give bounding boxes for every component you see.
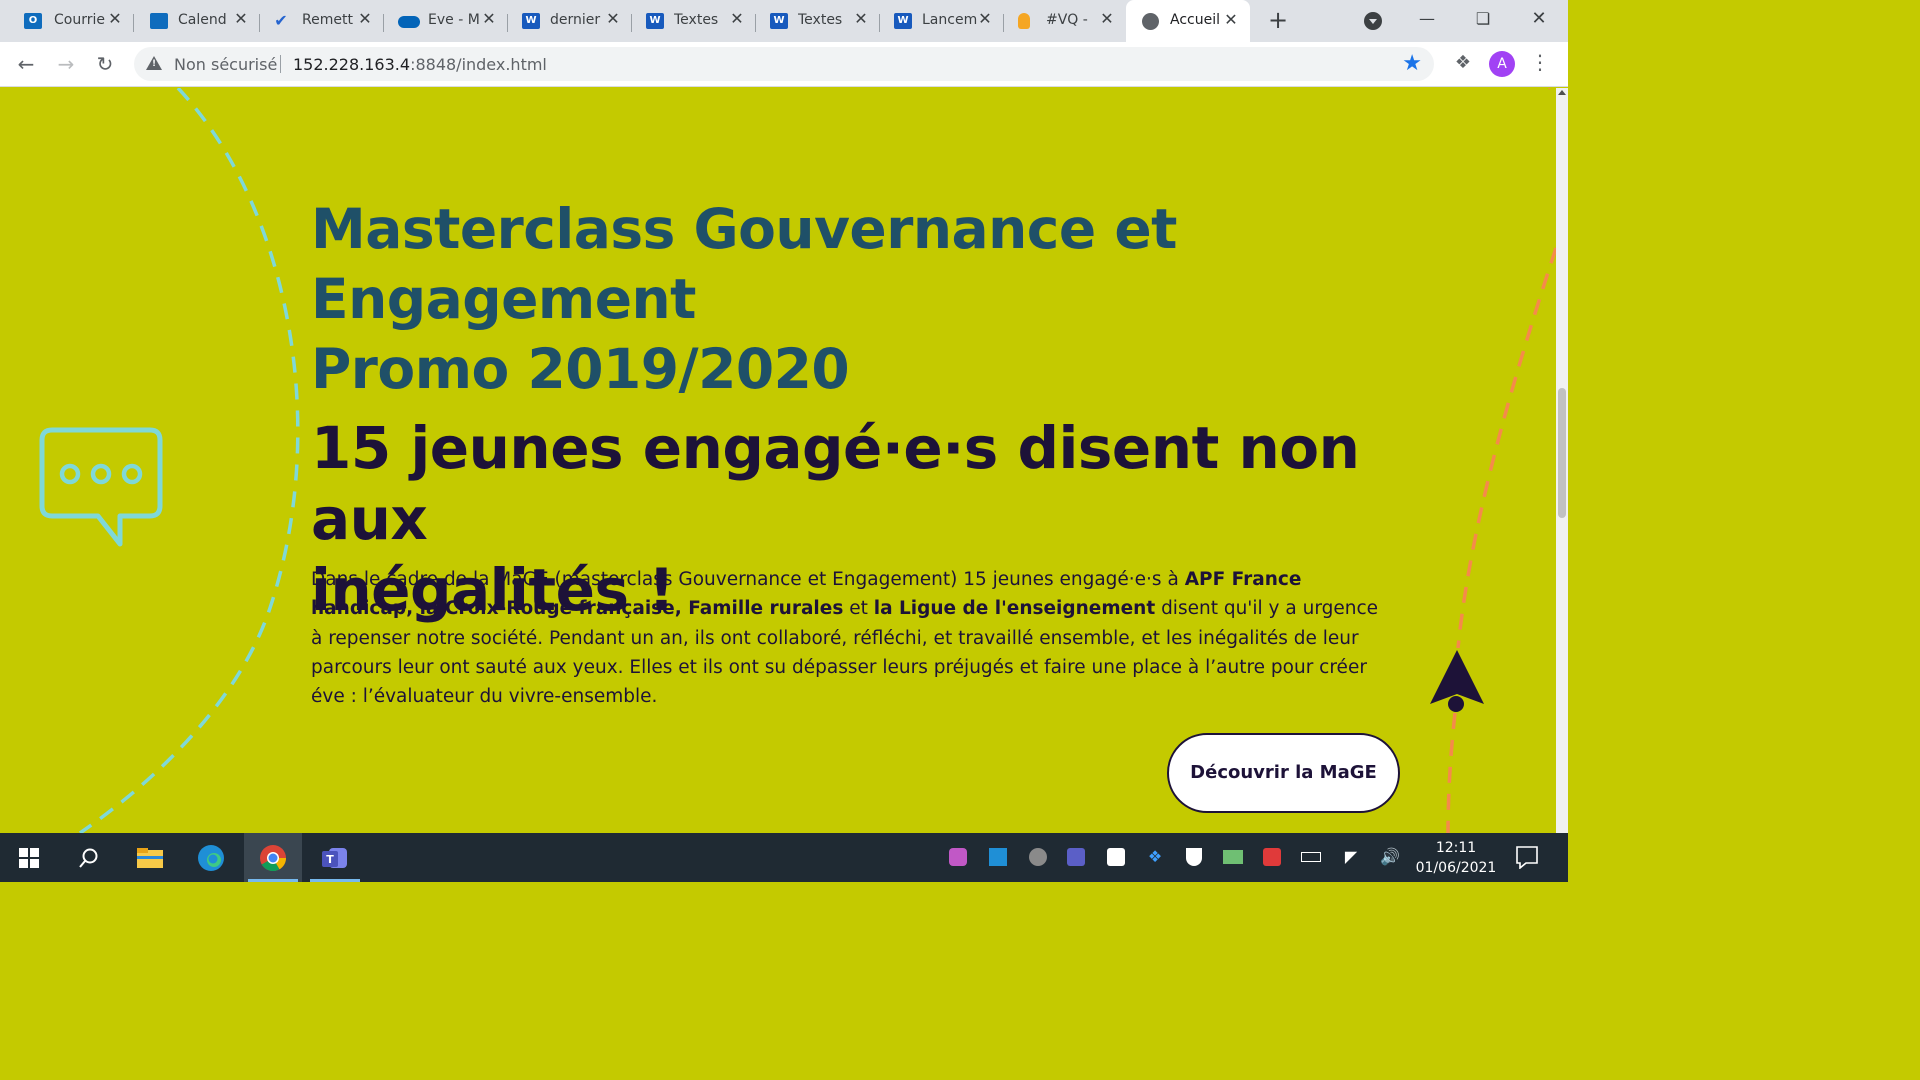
word-icon: W xyxy=(894,13,912,29)
tray-waves-icon[interactable] xyxy=(986,845,1010,869)
close-icon[interactable]: ✕ xyxy=(232,10,250,28)
tab-label: Textes xyxy=(798,12,843,28)
calendar-icon xyxy=(150,13,168,29)
svg-text:T: T xyxy=(326,853,334,866)
wifi-icon[interactable]: ◤ xyxy=(1339,845,1363,869)
tab-label: Eve - M xyxy=(428,12,480,28)
tab-textes-1[interactable]: W Textes ✕ xyxy=(632,6,756,36)
close-icon[interactable]: ✕ xyxy=(106,10,124,28)
word-icon: W xyxy=(522,13,540,29)
tab-label: Calend xyxy=(178,12,227,28)
tab-label: dernier xyxy=(550,12,601,28)
tab-label: Lancem xyxy=(922,12,978,28)
reload-icon[interactable]: ↻ xyxy=(93,52,117,76)
tray-teams-icon[interactable] xyxy=(1064,845,1088,869)
tab-lancement[interactable]: W Lancem ✕ xyxy=(880,6,1004,36)
tab-label: Accueil xyxy=(1170,12,1220,28)
tray-app-icon[interactable] xyxy=(946,845,970,869)
defender-icon[interactable] xyxy=(1182,845,1206,869)
tab-courrier[interactable]: O Courrie ✕ xyxy=(2,6,134,36)
close-icon[interactable]: ✕ xyxy=(1098,10,1116,28)
taskbar: T ❖ ◤ 🔊 12:11 01/06/2021 xyxy=(0,833,1568,882)
page-title: Masterclass Gouvernance et Engagement Pr… xyxy=(311,197,1177,401)
menu-dots-icon[interactable]: ⋮ xyxy=(1530,50,1550,74)
outlook-icon: O xyxy=(24,13,42,29)
close-icon[interactable]: ✕ xyxy=(976,10,994,28)
page-content: Masterclass Gouvernance et Engagement Pr… xyxy=(0,88,1556,833)
address-bar[interactable]: Non sécurisé 152.228.163.4:8848/index.ht… xyxy=(134,47,1434,81)
tab-calendrier[interactable]: Calend ✕ xyxy=(136,6,260,36)
tab-label: Textes xyxy=(674,12,719,28)
close-icon[interactable]: ✕ xyxy=(480,10,498,28)
minimize-button[interactable]: — xyxy=(1412,6,1442,32)
tab-label: Remett xyxy=(302,12,353,28)
volume-icon[interactable]: 🔊 xyxy=(1378,845,1402,869)
close-icon[interactable]: ✕ xyxy=(1222,11,1240,29)
new-tab-button[interactable]: + xyxy=(1266,8,1290,33)
url-text[interactable]: 152.228.163.4:8848/index.html xyxy=(293,55,547,74)
bluetooth-icon[interactable]: ❖ xyxy=(1143,845,1167,869)
windows-start-icon[interactable] xyxy=(0,833,58,882)
discover-mage-button[interactable]: Découvrir la MaGE xyxy=(1167,733,1400,813)
scroll-thumb[interactable] xyxy=(1558,388,1566,518)
tab-dernier[interactable]: W dernier ✕ xyxy=(508,6,632,36)
search-icon[interactable] xyxy=(60,833,118,882)
profile-avatar[interactable]: A xyxy=(1489,51,1515,77)
extensions-puzzle-icon[interactable]: ❖ xyxy=(1452,52,1474,74)
close-icon[interactable]: ✕ xyxy=(728,10,746,28)
back-arrow-icon[interactable]: ← xyxy=(14,52,38,76)
restore-button[interactable]: ❏ xyxy=(1468,6,1498,32)
tab-label: Courrie xyxy=(54,12,105,28)
intro-paragraph: Dans le cadre de la MaGE (masterclass Go… xyxy=(311,569,1379,708)
tab-eve[interactable]: Eve - M ✕ xyxy=(384,6,508,36)
tab-label: #VQ - xyxy=(1046,12,1088,28)
tab-strip: O Courrie ✕ Calend ✕ ✔ Remett ✕ Eve - M … xyxy=(0,0,1568,42)
tray-shield-app-icon[interactable] xyxy=(1104,845,1128,869)
chat-bubble-icon xyxy=(39,427,163,547)
notification-icon[interactable] xyxy=(1514,845,1540,869)
globe-icon xyxy=(1142,13,1159,30)
bookmark-star-icon[interactable]: ★ xyxy=(1402,51,1422,76)
tab-accueil[interactable]: Accueil ✕ xyxy=(1126,0,1250,42)
tray-sync-icon[interactable] xyxy=(1221,845,1245,869)
browser-toolbar: ← → ↻ Non sécurisé 152.228.163.4:8848/in… xyxy=(0,42,1568,87)
tab-textes-2[interactable]: W Textes ✕ xyxy=(756,6,880,36)
page-scrollbar[interactable] xyxy=(1556,88,1568,833)
scroll-up-arrow-icon[interactable] xyxy=(1428,648,1486,718)
close-window-button[interactable]: ✕ xyxy=(1524,6,1554,32)
battery-icon[interactable] xyxy=(1299,845,1323,869)
edge-icon[interactable] xyxy=(182,833,240,882)
tab-vq[interactable]: #VQ - ✕ xyxy=(1004,6,1126,36)
flame-icon xyxy=(1018,13,1030,29)
tray-red-app-icon[interactable] xyxy=(1260,845,1284,869)
chrome-icon[interactable] xyxy=(244,833,302,882)
tab-remettre[interactable]: ✔ Remett ✕ xyxy=(260,6,384,36)
forward-arrow-icon[interactable]: → xyxy=(54,52,78,76)
close-icon[interactable]: ✕ xyxy=(604,10,622,28)
scroll-up-icon[interactable] xyxy=(1558,90,1566,95)
security-label[interactable]: Non sécurisé xyxy=(174,55,277,74)
file-explorer-icon[interactable] xyxy=(121,833,179,882)
close-icon[interactable]: ✕ xyxy=(356,10,374,28)
teams-icon[interactable]: T xyxy=(306,833,364,882)
warning-icon[interactable] xyxy=(146,56,162,70)
word-icon: W xyxy=(646,13,664,29)
word-icon: W xyxy=(770,13,788,29)
onedrive-icon xyxy=(398,16,420,28)
todo-icon: ✔ xyxy=(274,11,288,30)
taskbar-clock[interactable]: 12:11 01/06/2021 xyxy=(1410,838,1502,878)
tray-security-icon[interactable] xyxy=(1026,845,1050,869)
tab-search-icon[interactable] xyxy=(1364,12,1382,30)
close-icon[interactable]: ✕ xyxy=(852,10,870,28)
